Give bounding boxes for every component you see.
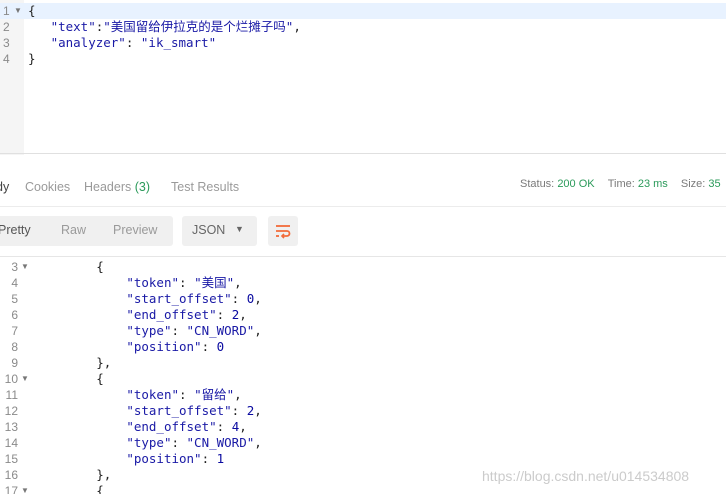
view-mode-group: Pretty Raw Preview [0, 216, 173, 246]
request-line-number: 2 [3, 20, 10, 34]
wrap-lines-icon [276, 225, 291, 239]
response-code-text: }, [36, 467, 112, 482]
response-code-line: 10 ▼ { [0, 371, 726, 387]
watermark: https://blog.csdn.net/u014534808 [482, 468, 690, 484]
status-value: 200 OK [557, 178, 595, 190]
time-value: 23 ms [637, 178, 668, 190]
response-code-line: 15 "position": 1 [0, 451, 726, 467]
response-code-text: "token": "美国", [126, 275, 242, 290]
request-code-line: 4} [0, 51, 726, 67]
response-code-line: 3 ▼ { [0, 259, 726, 275]
tab-test-results[interactable]: Test Results [171, 180, 239, 194]
wrap-lines-button[interactable] [268, 216, 298, 246]
pane-divider[interactable] [0, 153, 726, 154]
response-code-text: "start_offset": 2, [126, 403, 262, 418]
request-code-line: 2 "text":"美国留给伊拉克的是个烂摊子吗", [0, 19, 726, 35]
request-code-text: "analyzer": "ik_smart" [50, 35, 217, 50]
response-line-number: 14 [4, 436, 18, 450]
response-line-number: 13 [4, 420, 18, 434]
response-line-number: 9 [11, 356, 18, 370]
request-code-text: } [28, 51, 36, 66]
response-code-text: "type": "CN_WORD", [126, 435, 262, 450]
response-code-text: "token": "留给", [126, 387, 242, 402]
response-code-line: 11 "token": "留给", [0, 387, 726, 403]
response-line-number: 7 [11, 324, 18, 338]
response-code-line: 8 "position": 0 [0, 339, 726, 355]
request-code-line: 3 "analyzer": "ik_smart" [0, 35, 726, 51]
response-code-line: 14 "type": "CN_WORD", [0, 435, 726, 451]
response-code-text: "start_offset": 0, [126, 291, 262, 306]
response-line-number: 5 [11, 292, 18, 306]
request-code-line: 1 ▼{ [0, 3, 726, 19]
response-line-number: 16 [4, 468, 18, 482]
response-line-number: 15 [4, 452, 18, 466]
response-code-line: 12 "start_offset": 2, [0, 403, 726, 419]
size-label: Size: [680, 178, 706, 190]
fold-arrow-icon[interactable]: ▼ [14, 3, 22, 19]
response-code-line: 5 "start_offset": 0, [0, 291, 726, 307]
fold-arrow-icon[interactable]: ▼ [21, 483, 29, 494]
fold-arrow-icon[interactable]: ▼ [21, 259, 29, 275]
response-code-text: "end_offset": 4, [126, 419, 247, 434]
response-body-viewer[interactable]: 3 ▼ {4 "token": "美国", 5 "start_offset": 0,… [0, 257, 726, 494]
raw-button[interactable]: Raw [61, 223, 86, 237]
response-code-text: "end_offset": 2, [126, 307, 247, 322]
chevron-down-icon: ▼ [235, 224, 244, 234]
response-code-text: { [36, 483, 104, 494]
status-label: Status: [520, 178, 555, 190]
tab-cookies[interactable]: Cookies [25, 180, 70, 194]
response-code-line: 17 ▼ { [0, 483, 726, 494]
response-status-area: Status: 200 OK Time: 23 ms Size: 35 [520, 178, 721, 190]
request-code-text: { [28, 3, 36, 18]
response-code-text: }, [36, 355, 112, 370]
request-line-number: 3 [3, 36, 10, 50]
response-code-text: { [36, 259, 104, 274]
response-code-line: 7 "type": "CN_WORD", [0, 323, 726, 339]
format-select[interactable]: JSON ▼ [182, 216, 257, 246]
response-code-text: "position": 0 [126, 339, 225, 354]
fold-arrow-icon[interactable]: ▼ [21, 371, 29, 387]
tab-headers[interactable]: Headers (3) [84, 180, 150, 194]
tab-body[interactable]: dy [0, 180, 9, 194]
request-code-text: "text":"美国留给伊拉克的是个烂摊子吗", [50, 19, 301, 34]
response-line-number: 8 [11, 340, 18, 354]
response-toolbar: Pretty Raw Preview JSON ▼ [0, 216, 726, 246]
response-line-number: 11 [5, 388, 18, 402]
tab-headers-label: Headers [84, 180, 132, 194]
response-code-text: "position": 1 [126, 451, 225, 466]
preview-button[interactable]: Preview [113, 223, 157, 237]
response-line-number: 10 [4, 372, 18, 386]
response-code-line: 9 }, [0, 355, 726, 371]
response-line-number: 3 [11, 260, 18, 274]
response-code-line: 13 "end_offset": 4, [0, 419, 726, 435]
response-tabs-bar: dy Cookies Headers (3) Test Results Stat… [0, 168, 726, 207]
time-label: Time: [607, 178, 635, 190]
response-line-number: 4 [11, 276, 18, 290]
request-body-editor[interactable]: 1 ▼{2 "text":"美国留给伊拉克的是个烂摊子吗", 3 "analyzer… [0, 0, 726, 155]
size-value: 35 [708, 178, 721, 190]
pretty-button[interactable]: Pretty [0, 223, 31, 237]
response-code-text: { [36, 371, 104, 386]
request-line-number: 4 [3, 52, 10, 66]
format-select-value: JSON [192, 223, 226, 237]
response-code-line: 4 "token": "美国", [0, 275, 726, 291]
headers-count-badge: (3) [134, 180, 151, 194]
response-code-line: 6 "end_offset": 2, [0, 307, 726, 323]
response-line-number: 12 [4, 404, 18, 418]
response-line-number: 17 [4, 484, 18, 494]
response-code-text: "type": "CN_WORD", [126, 323, 262, 338]
response-line-number: 6 [11, 308, 18, 322]
